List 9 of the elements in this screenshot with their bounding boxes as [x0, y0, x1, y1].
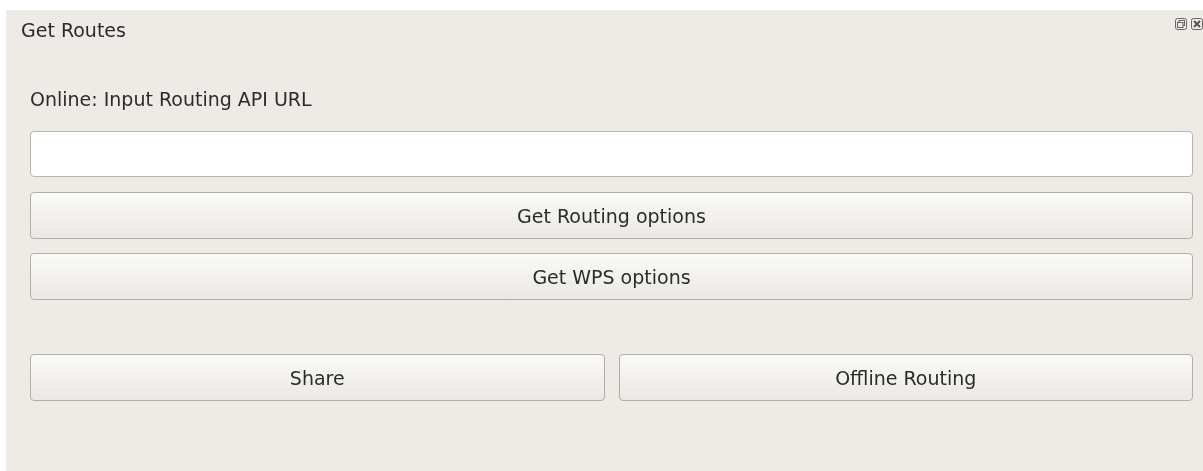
action-button[interactable]: Share — [30, 354, 605, 401]
url-input-field[interactable] — [30, 131, 1193, 177]
close-icon[interactable] — [1191, 18, 1203, 30]
float-icon[interactable] — [1175, 18, 1187, 30]
panel-title: Get Routes — [21, 19, 126, 41]
url-label: Online: Input Routing API URL — [30, 88, 313, 112]
action-button[interactable]: Get WPS options — [30, 253, 1193, 300]
action-button[interactable]: Offline Routing — [618, 354, 1193, 401]
action-button[interactable]: Get Routing options — [30, 192, 1193, 239]
